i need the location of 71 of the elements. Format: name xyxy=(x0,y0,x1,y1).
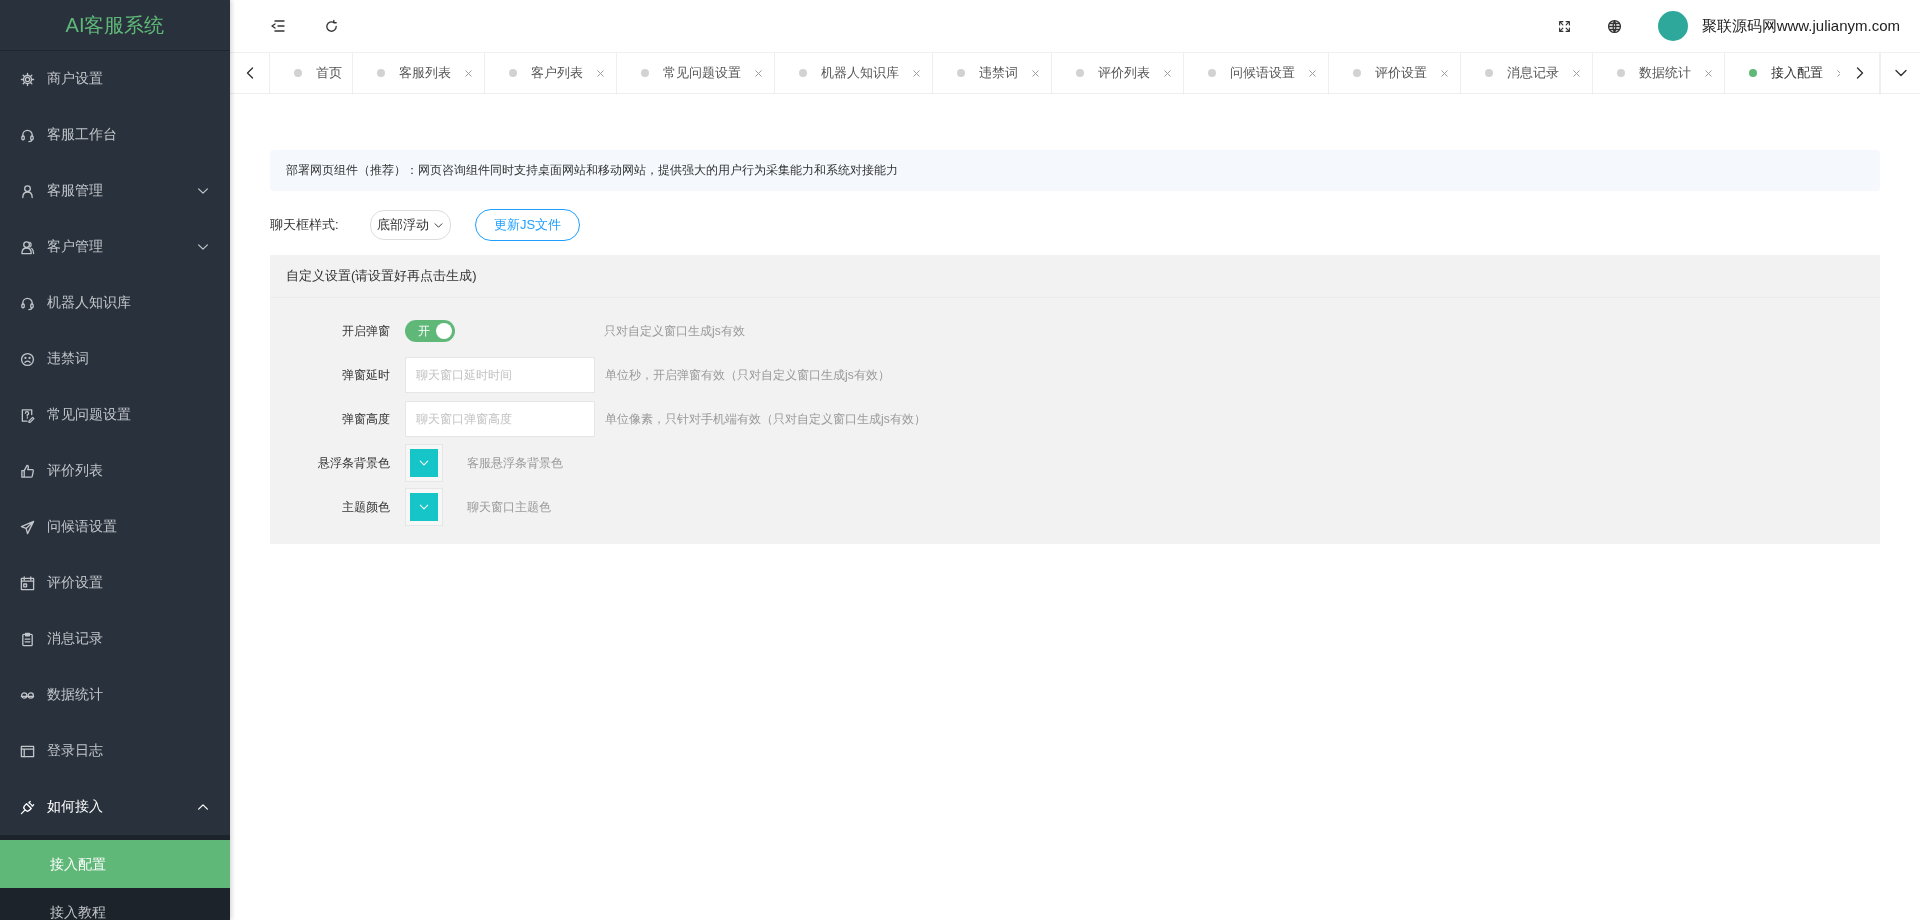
sidebar-item[interactable]: 数据统计 xyxy=(0,667,230,723)
close-icon[interactable] xyxy=(1030,67,1041,79)
tab[interactable]: 客服列表 xyxy=(353,53,485,93)
close-icon[interactable] xyxy=(1307,67,1318,79)
close-icon[interactable] xyxy=(463,67,474,79)
users-icon xyxy=(20,239,35,255)
field-label: 主题颜色 xyxy=(341,498,391,516)
globe-icon[interactable] xyxy=(1606,18,1622,34)
close-icon[interactable] xyxy=(753,67,764,79)
panel-title: 自定义设置(请设置好再点击生成) xyxy=(270,255,1880,298)
notice-text: 部署网页组件（推荐）：网页咨询组件同时支持桌面网站和移动网站，提供强大的用户行为采集能力和系统对接能力 xyxy=(270,150,1880,191)
user-name[interactable]: 聚联源码网www.julianym.com xyxy=(1701,16,1900,36)
field-label: 悬浮条背景色 xyxy=(317,454,391,472)
sidebar-item[interactable]: 评价设置 xyxy=(0,555,230,611)
field-label: 聊天框样式: xyxy=(270,216,340,234)
sidebar-item[interactable]: 消息记录 xyxy=(0,611,230,667)
headset-icon xyxy=(20,127,35,143)
headset-icon xyxy=(20,295,35,311)
fullscreen-icon[interactable] xyxy=(1557,19,1571,33)
tab[interactable]: 评价列表 xyxy=(1052,53,1184,93)
sidebar-item[interactable]: 违禁词 xyxy=(0,331,230,387)
calendar-icon xyxy=(20,575,35,591)
window-icon xyxy=(20,743,35,759)
style-select[interactable]: 底部浮动 xyxy=(370,210,451,240)
hint-text: 只对自定义窗口生成js有效 xyxy=(604,322,745,340)
hint-text: 客服悬浮条背景色 xyxy=(467,454,563,472)
tab[interactable]: 违禁词 xyxy=(933,53,1052,93)
thumbs-up-icon xyxy=(20,463,35,479)
close-icon[interactable] xyxy=(595,67,606,79)
tab[interactable]: 数据统计 xyxy=(1593,53,1725,93)
tab[interactable]: 评价设置 xyxy=(1329,53,1461,93)
sad-face-icon xyxy=(20,351,35,367)
sidebar-item[interactable]: 机器人知识库 xyxy=(0,275,230,331)
gear-icon xyxy=(20,71,35,87)
clipboard-icon xyxy=(20,631,35,647)
tab[interactable]: 问候语设置 xyxy=(1184,53,1329,93)
hint-text: 聊天窗口主题色 xyxy=(467,498,551,516)
tab[interactable]: 消息记录 xyxy=(1461,53,1593,93)
submenu-item[interactable]: 接入教程 xyxy=(0,888,230,920)
field-label: 弹窗高度 xyxy=(341,410,391,428)
tab[interactable]: 客户列表 xyxy=(485,53,617,93)
sidebar-item[interactable]: 商户设置 xyxy=(0,51,230,107)
sidebar-item[interactable]: 评价列表 xyxy=(0,443,230,499)
sidebar-item[interactable]: 如何接入 xyxy=(0,779,230,835)
plug-icon xyxy=(20,799,35,815)
tab[interactable]: 接入配置 xyxy=(1725,53,1840,93)
close-icon[interactable] xyxy=(1571,67,1582,79)
hint-text: 单位秒，开启弹窗有效（只对自定义窗口生成js有效） xyxy=(605,366,890,384)
paper-plane-icon xyxy=(20,519,35,535)
avatar xyxy=(1657,11,1688,41)
close-icon[interactable] xyxy=(1703,67,1714,79)
tab[interactable]: 首页 xyxy=(270,53,353,93)
sidebar-item[interactable]: 常见问题设置 xyxy=(0,387,230,443)
sidebar-item[interactable]: 问候语设置 xyxy=(0,499,230,555)
close-icon[interactable] xyxy=(911,67,922,79)
app-logo-title: AI客服系统 xyxy=(0,0,230,51)
hint-text: 单位像素，只针对手机端有效（只对自定义窗口生成js有效） xyxy=(605,410,926,428)
field-label: 开启弹窗 xyxy=(341,322,391,340)
sidebar-item[interactable]: 客服工作台 xyxy=(0,107,230,163)
sidebar-item[interactable]: 客服管理 xyxy=(0,163,230,219)
collapse-menu-icon[interactable] xyxy=(270,18,286,34)
user-icon xyxy=(20,183,35,199)
tab[interactable]: 机器人知识库 xyxy=(775,53,933,93)
close-icon[interactable] xyxy=(1162,67,1173,79)
question-note-icon xyxy=(20,407,35,423)
close-icon[interactable] xyxy=(1439,67,1450,79)
sidebar-item[interactable]: 客户管理 xyxy=(0,219,230,275)
refresh-icon[interactable] xyxy=(324,18,339,34)
tab[interactable]: 常见问题设置 xyxy=(617,53,775,93)
field-label: 弹窗延时 xyxy=(341,366,391,384)
sidebar-item[interactable]: 登录日志 xyxy=(0,723,230,779)
